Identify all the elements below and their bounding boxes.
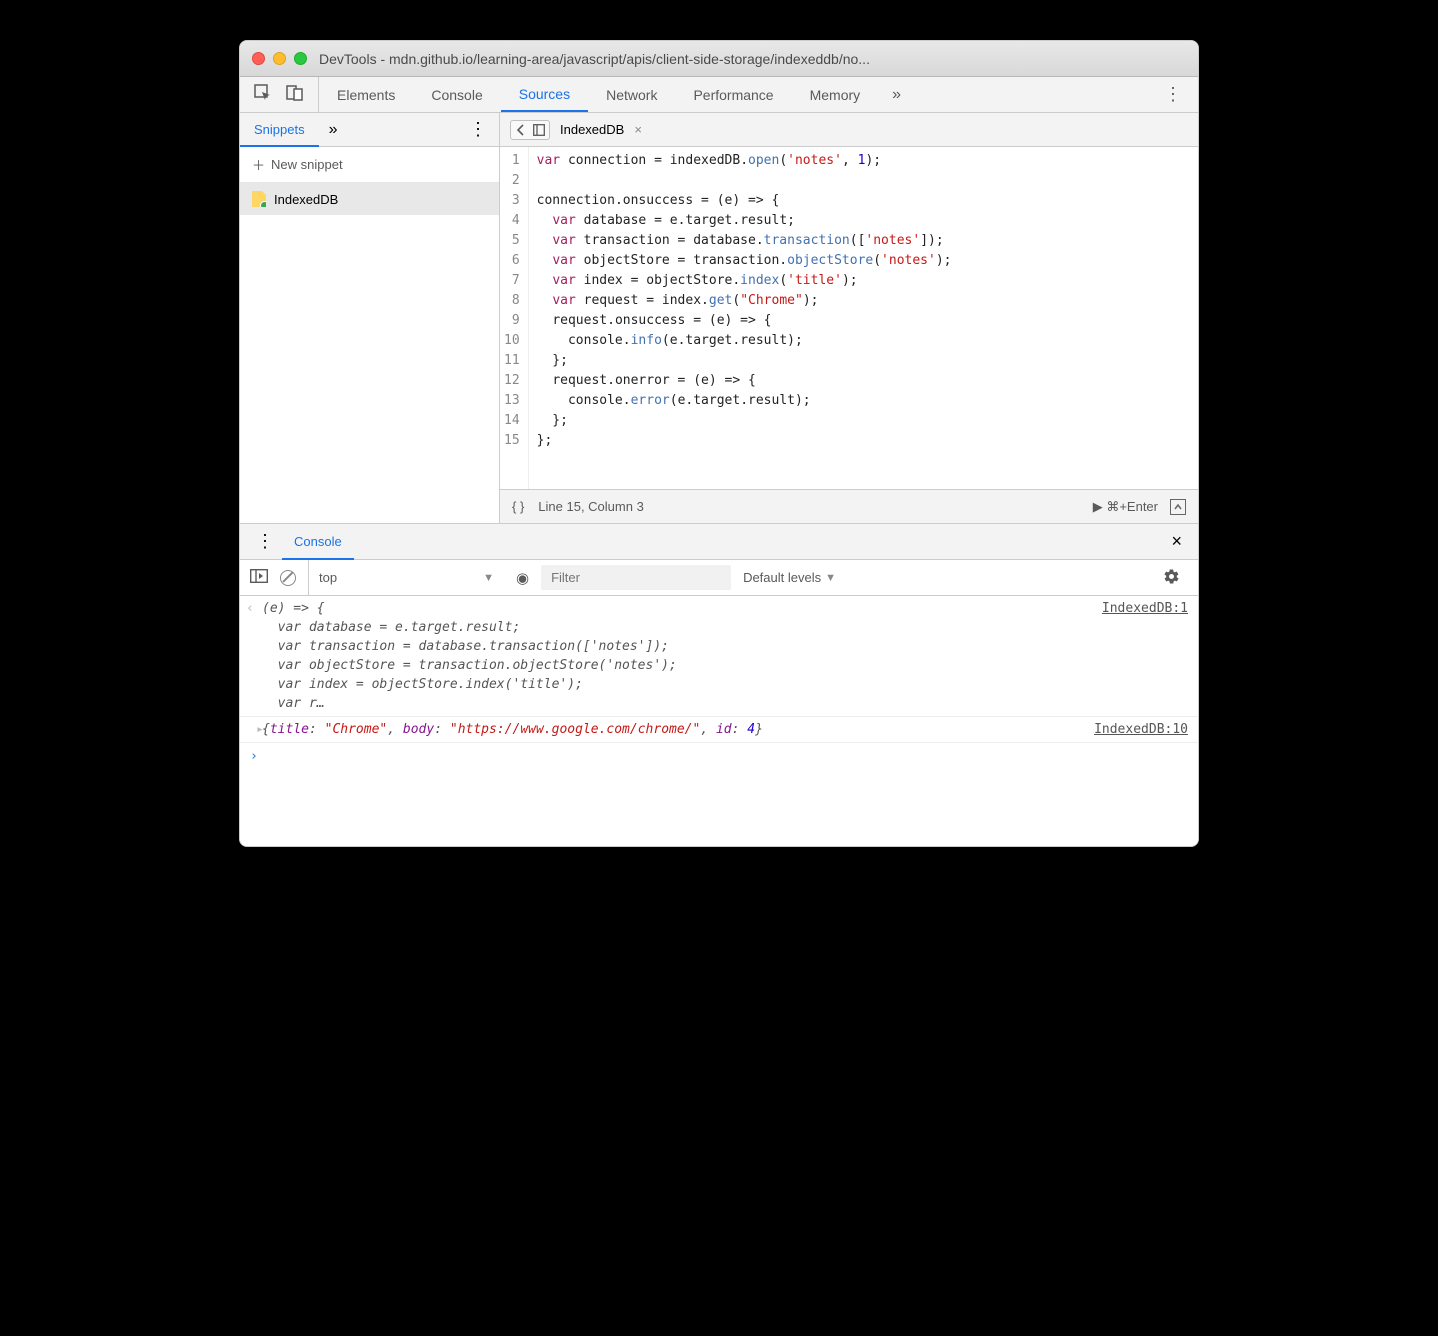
chevron-down-icon: ▼ xyxy=(483,572,494,584)
snippet-item[interactable]: IndexedDB xyxy=(240,183,499,215)
main-panels: Snippets » ⋮ ＋ New snippet IndexedDB xyxy=(240,113,1198,523)
drawer-tab-console[interactable]: Console xyxy=(282,525,354,560)
code-editor[interactable]: 123456789101112131415 var connection = i… xyxy=(500,147,1198,489)
console-sidebar-toggle-icon[interactable] xyxy=(250,569,268,586)
live-expression-icon[interactable]: ◉ xyxy=(516,569,529,587)
close-window-button[interactable] xyxy=(252,52,265,65)
customize-devtools-icon[interactable]: ⋮ xyxy=(1148,84,1198,105)
navigator-sidebar: Snippets » ⋮ ＋ New snippet IndexedDB xyxy=(240,113,500,523)
filter-input[interactable] xyxy=(541,565,731,590)
panel-tab-console[interactable]: Console xyxy=(413,77,500,112)
line-gutter: 123456789101112131415 xyxy=(500,147,529,489)
plus-icon: ＋ xyxy=(252,155,265,174)
console-toolbar: top ▼ ◉ Default levels ▼ xyxy=(240,560,1198,596)
console-message: {title: "Chrome", body: "https://www.goo… xyxy=(262,720,1084,739)
show-navigator-icon[interactable] xyxy=(510,120,550,140)
panel-tab-memory[interactable]: Memory xyxy=(792,77,879,112)
close-drawer-icon[interactable]: × xyxy=(1163,531,1190,552)
console-message: (e) => { var database = e.target.result;… xyxy=(262,599,1092,713)
panel-tab-elements[interactable]: Elements xyxy=(319,77,413,112)
window-title: DevTools - mdn.github.io/learning-area/j… xyxy=(319,51,870,67)
editor-tabbar: IndexedDB × xyxy=(500,113,1198,147)
sidebar-more-tabs-icon[interactable]: » xyxy=(319,121,348,139)
titlebar: DevTools - mdn.github.io/learning-area/j… xyxy=(240,41,1198,77)
console-source-link[interactable]: IndexedDB:1 xyxy=(1092,599,1188,713)
context-label: top xyxy=(319,570,337,585)
zoom-window-button[interactable] xyxy=(294,52,307,65)
chevron-down-icon: ▼ xyxy=(825,572,836,584)
snippet-name: IndexedDB xyxy=(274,192,338,207)
pretty-print-icon[interactable]: { } xyxy=(512,499,524,514)
editor-panel: IndexedDB × 123456789101112131415 var co… xyxy=(500,113,1198,523)
minimize-window-button[interactable] xyxy=(273,52,286,65)
snippet-list: IndexedDB xyxy=(240,183,499,523)
console-drawer: ⋮ Console × top ▼ ◉ Default levels ▼ xyxy=(240,523,1198,846)
panel-tab-performance[interactable]: Performance xyxy=(675,77,791,112)
code-content[interactable]: var connection = indexedDB.open('notes',… xyxy=(529,147,960,489)
cursor-position: Line 15, Column 3 xyxy=(538,499,644,514)
collapse-handle-icon[interactable]: ‹ xyxy=(246,599,262,713)
execution-context-selector[interactable]: top ▼ xyxy=(308,560,504,595)
new-snippet-label: New snippet xyxy=(271,157,343,172)
run-snippet-button[interactable]: ▶ ⌘+Enter xyxy=(1093,499,1158,515)
drawer-menu-icon[interactable]: ⋮ xyxy=(248,531,282,552)
sidebar-menu-icon[interactable]: ⋮ xyxy=(457,119,499,140)
editor-tab[interactable]: IndexedDB × xyxy=(560,122,646,137)
log-levels-selector[interactable]: Default levels ▼ xyxy=(743,570,836,585)
inspect-element-icon[interactable] xyxy=(254,84,272,105)
console-settings-icon[interactable] xyxy=(1155,568,1188,588)
levels-label: Default levels xyxy=(743,570,821,585)
more-tabs-chevron-icon[interactable]: » xyxy=(878,86,915,104)
toggle-drawer-icon[interactable] xyxy=(1170,499,1186,515)
inspect-toolbar xyxy=(240,77,319,112)
editor-statusbar: { } Line 15, Column 3 ▶ ⌘+Enter xyxy=(500,489,1198,523)
console-source-link[interactable]: IndexedDB:10 xyxy=(1084,720,1188,739)
panel-tab-sources[interactable]: Sources xyxy=(501,77,588,112)
close-tab-icon[interactable]: × xyxy=(630,122,646,137)
console-output[interactable]: ‹ (e) => { var database = e.target.resul… xyxy=(240,596,1198,846)
panel-tabbar: ElementsConsoleSourcesNetworkPerformance… xyxy=(240,77,1198,113)
console-row[interactable]: ‹ (e) => { var database = e.target.resul… xyxy=(240,596,1198,717)
traffic-lights xyxy=(252,52,307,65)
sidebar-tab-snippets[interactable]: Snippets xyxy=(240,114,319,147)
editor-tab-label: IndexedDB xyxy=(560,122,624,137)
snippet-file-icon xyxy=(252,191,266,207)
expand-handle-icon[interactable]: ▸ xyxy=(246,720,262,739)
sidebar-tabbar: Snippets » ⋮ xyxy=(240,113,499,147)
panel-tab-network[interactable]: Network xyxy=(588,77,675,112)
clear-console-icon[interactable] xyxy=(280,570,296,586)
new-snippet-button[interactable]: ＋ New snippet xyxy=(240,147,499,183)
console-prompt[interactable]: › xyxy=(240,743,1198,770)
console-row[interactable]: ▸ {title: "Chrome", body: "https://www.g… xyxy=(240,717,1198,743)
drawer-header: ⋮ Console × xyxy=(240,524,1198,560)
devtools-window: DevTools - mdn.github.io/learning-area/j… xyxy=(239,40,1199,847)
device-toolbar-icon[interactable] xyxy=(286,84,304,105)
